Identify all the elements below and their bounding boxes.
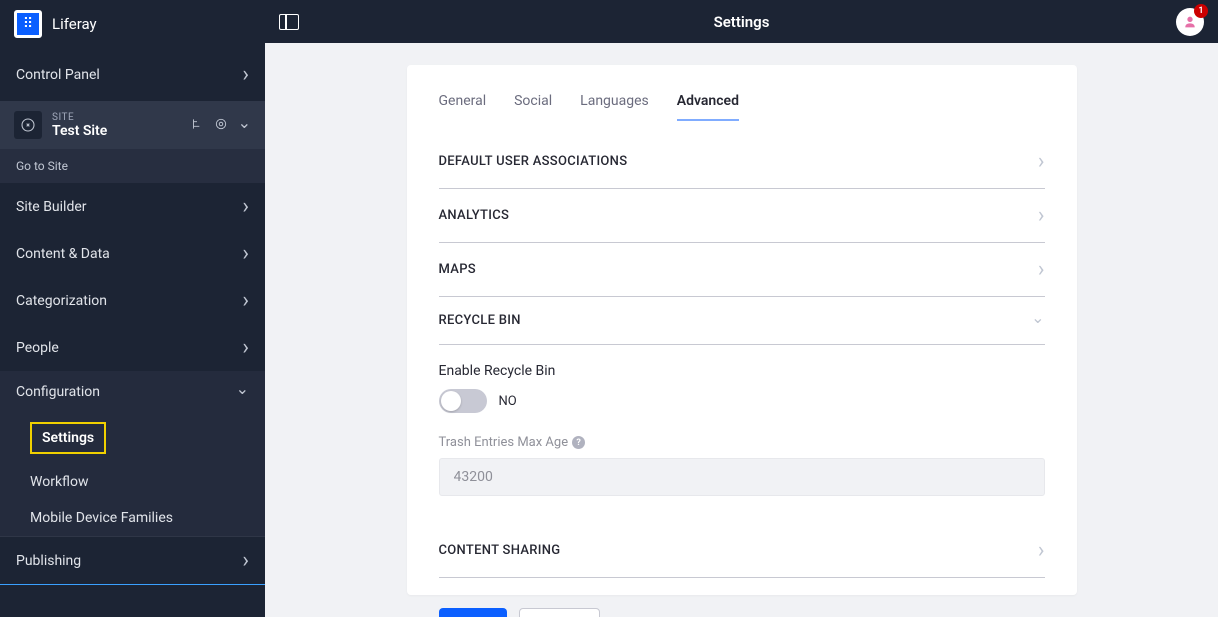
trash-max-age-label: Trash Entries Max Age ? xyxy=(439,435,1045,450)
tab-general[interactable]: General xyxy=(439,93,487,121)
tab-social[interactable]: Social xyxy=(514,93,552,121)
liferay-logo-icon: ⠿ xyxy=(14,10,42,38)
section-title: RECYCLE BIN xyxy=(439,313,521,328)
sidebar-item-label: Site Builder xyxy=(16,199,87,215)
enable-recycle-label: Enable Recycle Bin xyxy=(439,363,1045,379)
enable-recycle-toggle[interactable] xyxy=(439,389,487,413)
sidebar-subitem-label: Workflow xyxy=(30,474,89,490)
notification-badge: 1 xyxy=(1194,4,1208,18)
target-icon[interactable] xyxy=(214,116,228,135)
help-icon[interactable]: ? xyxy=(572,436,585,449)
topbar: Settings 1 xyxy=(265,0,1218,43)
go-to-site-label: Go to Site xyxy=(16,159,68,173)
hierarchy-icon[interactable] xyxy=(190,116,204,135)
compass-icon xyxy=(14,111,42,139)
chevron-right-icon xyxy=(1038,149,1045,174)
sidebar-item-people[interactable]: People xyxy=(0,324,265,371)
chevron-down-icon xyxy=(236,382,249,401)
sidebar-item-content-data[interactable]: Content & Data xyxy=(0,230,265,277)
sidebar-subitem-settings[interactable]: Settings xyxy=(0,412,265,464)
brand-row: ⠿ Liferay xyxy=(0,0,265,48)
chevron-right-icon xyxy=(1038,203,1045,228)
section-title: CONTENT SHARING xyxy=(439,543,561,558)
site-label: SITE xyxy=(52,112,190,123)
configuration-group: Configuration Settings Workflow Mobile D… xyxy=(0,371,265,536)
go-to-site-link[interactable]: Go to Site xyxy=(0,149,265,183)
sidebar-subitem-label: Settings xyxy=(30,422,106,454)
page-title: Settings xyxy=(265,13,1218,31)
sidebar-item-categorization[interactable]: Categorization xyxy=(0,277,265,324)
form-actions: Save Cancel xyxy=(439,608,1045,617)
tab-advanced[interactable]: Advanced xyxy=(677,93,739,121)
trash-max-age-text: Trash Entries Max Age xyxy=(439,435,569,450)
sidebar-item-label: People xyxy=(16,340,59,356)
sidebar-toggle-icon[interactable] xyxy=(279,14,299,30)
chevron-right-icon xyxy=(242,335,249,360)
sidebar-subitem-label: Mobile Device Families xyxy=(30,510,173,526)
section-title: DEFAULT USER ASSOCIATIONS xyxy=(439,154,628,169)
control-panel-label: Control Panel xyxy=(16,67,100,83)
site-meta: SITE Test Site xyxy=(52,112,190,139)
sidebar-item-label: Content & Data xyxy=(16,246,110,262)
section-title: MAPS xyxy=(439,262,476,277)
section-maps[interactable]: MAPS xyxy=(439,243,1045,297)
site-name: Test Site xyxy=(52,123,190,139)
tab-bar: General Social Languages Advanced xyxy=(439,93,1045,121)
section-title: ANALYTICS xyxy=(439,208,510,223)
trash-max-age-input[interactable] xyxy=(439,458,1045,496)
chevron-down-icon xyxy=(1031,311,1044,330)
brand-name: Liferay xyxy=(52,15,97,33)
sidebar-item-label: Publishing xyxy=(16,553,81,569)
toggle-knob xyxy=(441,391,461,411)
chevron-right-icon xyxy=(242,62,249,87)
cancel-button[interactable]: Cancel xyxy=(519,608,600,617)
sidebar-item-site-builder[interactable]: Site Builder xyxy=(0,183,265,230)
settings-card: General Social Languages Advanced DEFAUL… xyxy=(407,65,1077,595)
save-button[interactable]: Save xyxy=(439,608,507,617)
section-recycle-bin[interactable]: RECYCLE BIN xyxy=(439,297,1045,345)
sidebar-subitem-workflow[interactable]: Workflow xyxy=(0,464,265,500)
sidebar-subitem-mobile-device[interactable]: Mobile Device Families xyxy=(0,500,265,536)
control-panel-link[interactable]: Control Panel xyxy=(0,48,265,101)
user-avatar[interactable]: 1 xyxy=(1176,8,1204,36)
section-analytics[interactable]: ANALYTICS xyxy=(439,189,1045,243)
sidebar-item-configuration[interactable]: Configuration xyxy=(0,371,265,412)
site-selector[interactable]: SITE Test Site xyxy=(0,101,265,149)
section-default-user-associations[interactable]: DEFAULT USER ASSOCIATIONS xyxy=(439,145,1045,189)
recycle-bin-form: Enable Recycle Bin NO Trash Entries Max … xyxy=(439,345,1045,504)
section-content-sharing[interactable]: CONTENT SHARING xyxy=(439,524,1045,578)
chevron-right-icon xyxy=(242,241,249,266)
chevron-right-icon xyxy=(242,194,249,219)
chevron-right-icon xyxy=(242,288,249,313)
main-area: Settings 1 General Social Languages Adva… xyxy=(265,0,1218,617)
chevron-down-icon xyxy=(238,116,251,135)
sidebar-item-label: Configuration xyxy=(16,384,100,400)
chevron-right-icon xyxy=(242,548,249,573)
sidebar: ⠿ Liferay Control Panel SITE Test Site G… xyxy=(0,0,265,617)
chevron-right-icon xyxy=(1038,538,1045,563)
content-scroll: General Social Languages Advanced DEFAUL… xyxy=(265,43,1218,617)
sidebar-item-publishing[interactable]: Publishing xyxy=(0,536,265,585)
chevron-right-icon xyxy=(1038,257,1045,282)
toggle-state-text: NO xyxy=(499,394,517,409)
sidebar-item-label: Categorization xyxy=(16,293,107,309)
tab-languages[interactable]: Languages xyxy=(580,93,649,121)
